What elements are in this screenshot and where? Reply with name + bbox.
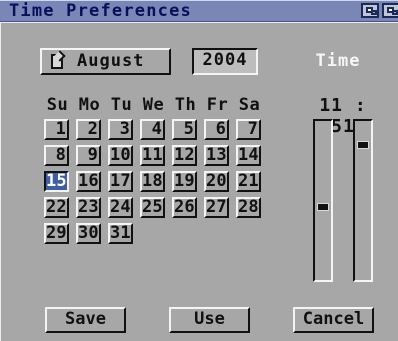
day-22[interactable]: 22 [44,197,69,218]
weekday-su: Su [46,95,69,115]
day-9[interactable]: 9 [76,145,101,166]
window-titlebar[interactable]: Time Preferences [0,0,398,22]
year-field[interactable]: 2004 [192,48,258,75]
day-17[interactable]: 17 [108,171,133,192]
day-28[interactable]: 28 [236,197,261,218]
day-16[interactable]: 16 [76,171,101,192]
time-separator: : [354,95,367,116]
day-13[interactable]: 13 [204,145,229,166]
time-preferences-window: Time Preferences August 2004 Su Mo Tu We… [0,0,398,341]
day-1[interactable]: 1 [44,119,69,140]
hour-slider-knob[interactable] [318,204,328,210]
day-25[interactable]: 25 [140,197,165,218]
cancel-button[interactable]: Cancel [293,307,374,333]
weekday-tu: Tu [110,95,133,115]
month-label: August [77,51,145,71]
hour-value: 11 [319,95,343,116]
day-27[interactable]: 27 [204,197,229,218]
weekday-fr: Fr [206,95,229,115]
day-2[interactable]: 2 [76,119,101,140]
day-19[interactable]: 19 [172,171,197,192]
day-26[interactable]: 26 [172,197,197,218]
weekday-sa: Sa [238,95,261,115]
month-cycle-button[interactable]: August [40,48,171,75]
day-30[interactable]: 30 [76,223,101,244]
weekday-mo: Mo [78,95,101,115]
day-4[interactable]: 4 [140,119,165,140]
time-label: Time [315,51,361,71]
window-title: Time Preferences [9,1,192,21]
day-15[interactable]: 15 [44,171,69,192]
day-20[interactable]: 20 [204,171,229,192]
calendar-days-grid: 1 2 3 4 5 6 7 8 9 10 11 12 13 14 15 16 17 18 19 20 21 22 23 24 2… [44,119,268,251]
hour-slider[interactable] [313,119,333,282]
day-8[interactable]: 8 [44,145,69,166]
minute-slider-knob[interactable] [358,142,368,148]
zoom-icon[interactable] [382,3,398,18]
day-31[interactable]: 31 [108,223,133,244]
use-button[interactable]: Use [169,307,250,333]
day-6[interactable]: 6 [204,119,229,140]
day-14[interactable]: 14 [236,145,261,166]
depth-icon[interactable] [361,3,379,18]
minute-value: 51 [331,116,355,137]
save-button[interactable]: Save [45,307,126,333]
minute-slider[interactable] [353,119,373,282]
weekday-we: We [142,95,165,115]
day-5[interactable]: 5 [172,119,197,140]
weekday-th: Th [174,95,197,115]
day-29[interactable]: 29 [44,223,69,244]
day-12[interactable]: 12 [172,145,197,166]
cycle-icon [51,54,63,69]
day-11[interactable]: 11 [140,145,165,166]
day-7[interactable]: 7 [236,119,261,140]
day-24[interactable]: 24 [108,197,133,218]
day-10[interactable]: 10 [108,145,133,166]
day-23[interactable]: 23 [76,197,101,218]
day-18[interactable]: 18 [140,171,165,192]
day-3[interactable]: 3 [108,119,133,140]
day-21[interactable]: 21 [236,171,261,192]
